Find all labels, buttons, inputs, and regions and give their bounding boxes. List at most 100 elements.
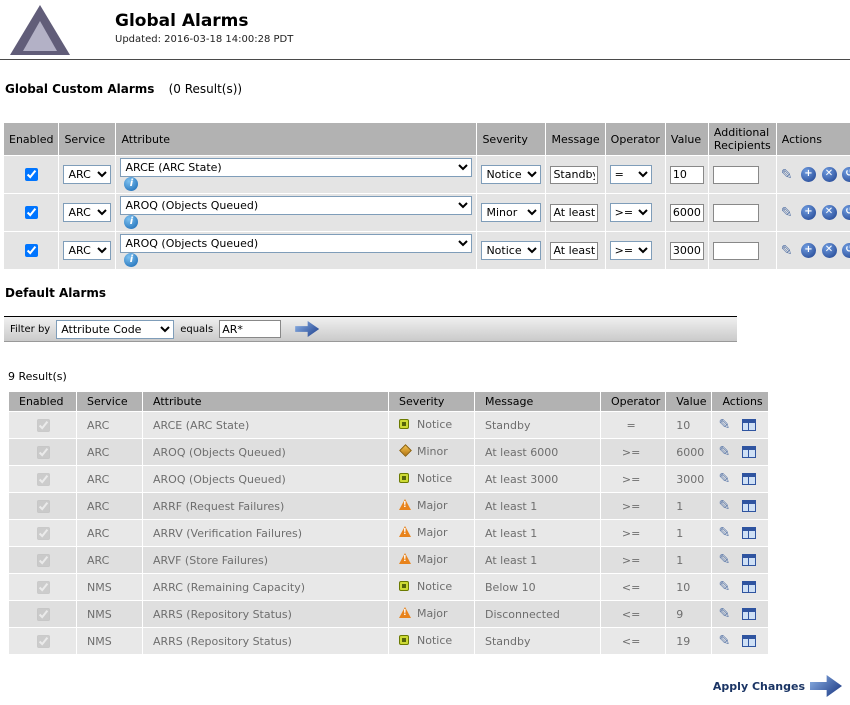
message-cell: At least 1	[475, 493, 600, 519]
add-row-icon[interactable]: +	[801, 205, 816, 220]
copy-table-icon[interactable]	[742, 527, 756, 539]
copy-table-icon[interactable]	[742, 500, 756, 512]
edit-icon[interactable]: ✎	[718, 579, 730, 595]
delete-row-icon[interactable]: ✕	[822, 243, 837, 258]
filter-value-input[interactable]	[219, 320, 281, 338]
copy-table-icon[interactable]	[742, 473, 756, 485]
enabled-checkbox[interactable]	[25, 168, 38, 181]
copy-table-icon[interactable]	[742, 554, 756, 566]
revert-row-icon[interactable]: ↺	[842, 205, 850, 220]
add-row-icon[interactable]: +	[801, 243, 816, 258]
severity-icon-wrap	[399, 635, 417, 648]
severity-cell: Minor	[389, 439, 474, 465]
message-input[interactable]	[550, 204, 598, 222]
severity-cell: Major	[389, 547, 474, 573]
severity-select[interactable]: Minor	[481, 203, 541, 222]
severity-icon-wrap	[399, 553, 417, 567]
attribute-cell: AROQ (Objects Queued) i	[116, 194, 476, 231]
enabled-checkbox-disabled	[37, 554, 50, 567]
edit-icon[interactable]: ✎	[718, 552, 730, 568]
delete-row-icon[interactable]: ✕	[822, 205, 837, 220]
copy-table-icon[interactable]	[742, 446, 756, 458]
value-cell	[666, 232, 708, 269]
actions-cell: ✎	[712, 574, 767, 600]
page-header: Global Alarms Updated: 2016-03-18 14:00:…	[0, 0, 850, 55]
severity-icon	[399, 419, 409, 429]
col-header-service: Service	[77, 392, 142, 411]
col-header-service: Service	[59, 123, 115, 155]
edit-icon[interactable]: ✎	[718, 525, 730, 541]
default-alarm-row: ARC ARVF (Store Failures) Major At least…	[9, 547, 768, 573]
edit-icon[interactable]: ✎	[781, 167, 793, 183]
message-input[interactable]	[550, 242, 598, 260]
grid-logo-icon	[10, 5, 70, 55]
edit-icon[interactable]: ✎	[718, 444, 730, 460]
value-cell	[666, 194, 708, 231]
attribute-select[interactable]: ARCE (ARC State)	[120, 158, 472, 177]
severity-icon-wrap	[399, 581, 417, 594]
attribute-select[interactable]: AROQ (Objects Queued)	[120, 196, 472, 215]
edit-icon[interactable]: ✎	[718, 606, 730, 622]
edit-icon[interactable]: ✎	[781, 205, 793, 221]
apply-changes-label[interactable]: Apply Changes	[713, 680, 805, 693]
value-input[interactable]	[670, 204, 704, 222]
enabled-checkbox-disabled	[37, 446, 50, 459]
severity-cell: Minor	[477, 194, 545, 231]
value-cell	[666, 156, 708, 193]
operator-cell: <=	[601, 601, 665, 627]
operator-cell: >=	[601, 493, 665, 519]
enabled-checkbox-disabled	[37, 527, 50, 540]
enabled-cell	[4, 194, 58, 231]
value-input[interactable]	[670, 242, 704, 260]
info-icon[interactable]: i	[124, 253, 138, 267]
operator-select[interactable]: >=	[610, 203, 652, 222]
edit-icon[interactable]: ✎	[718, 471, 730, 487]
enabled-checkbox-disabled	[37, 581, 50, 594]
value-input[interactable]	[670, 166, 704, 184]
message-input[interactable]	[550, 166, 598, 184]
copy-table-icon[interactable]	[742, 608, 756, 620]
revert-row-icon[interactable]: ↺	[842, 167, 850, 182]
additional-recipients-input[interactable]	[713, 204, 759, 222]
service-select[interactable]: ARC	[63, 203, 111, 222]
edit-icon[interactable]: ✎	[718, 498, 730, 514]
additional-recipients-input[interactable]	[713, 242, 759, 260]
enabled-checkbox[interactable]	[25, 244, 38, 257]
severity-label: Major	[417, 607, 448, 620]
additional-recipients-input[interactable]	[713, 166, 759, 184]
operator-select[interactable]: >=	[610, 241, 652, 260]
info-icon[interactable]: i	[124, 177, 138, 191]
attribute-select[interactable]: AROQ (Objects Queued)	[120, 234, 472, 253]
filter-field-select[interactable]: Attribute Code	[56, 320, 174, 339]
operator-cell: <=	[601, 628, 665, 654]
actions-cell: ✎	[712, 439, 767, 465]
copy-table-icon[interactable]	[742, 419, 756, 431]
operator-cell: >=	[601, 547, 665, 573]
enabled-cell	[9, 439, 76, 465]
delete-row-icon[interactable]: ✕	[822, 167, 837, 182]
service-select[interactable]: ARC	[63, 165, 111, 184]
edit-icon[interactable]: ✎	[718, 417, 730, 433]
custom-alarms-heading: Global Custom Alarms (0 Result(s))	[5, 82, 850, 96]
edit-icon[interactable]: ✎	[718, 633, 730, 649]
copy-table-icon[interactable]	[742, 635, 756, 647]
info-icon[interactable]: i	[124, 215, 138, 229]
severity-select[interactable]: Notice	[481, 165, 541, 184]
message-cell: Disconnected	[475, 601, 600, 627]
copy-table-icon[interactable]	[742, 581, 756, 593]
run-filter-arrow-icon[interactable]	[295, 321, 319, 337]
severity-icon	[399, 635, 409, 645]
add-row-icon[interactable]: +	[801, 167, 816, 182]
page-title: Global Alarms	[115, 11, 293, 31]
updated-timestamp: Updated: 2016-03-18 14:00:28 PDT	[115, 34, 293, 45]
operator-select[interactable]: =	[610, 165, 652, 184]
severity-select[interactable]: Notice	[481, 241, 541, 260]
enabled-checkbox[interactable]	[25, 206, 38, 219]
attribute-cell: AROQ (Objects Queued)	[143, 466, 388, 492]
service-select[interactable]: ARC	[63, 241, 111, 260]
service-cell: ARC	[77, 412, 142, 438]
col-header-operator: Operator	[601, 392, 665, 411]
apply-changes-arrow-icon[interactable]	[810, 675, 842, 697]
revert-row-icon[interactable]: ↺	[842, 243, 850, 258]
edit-icon[interactable]: ✎	[781, 243, 793, 259]
